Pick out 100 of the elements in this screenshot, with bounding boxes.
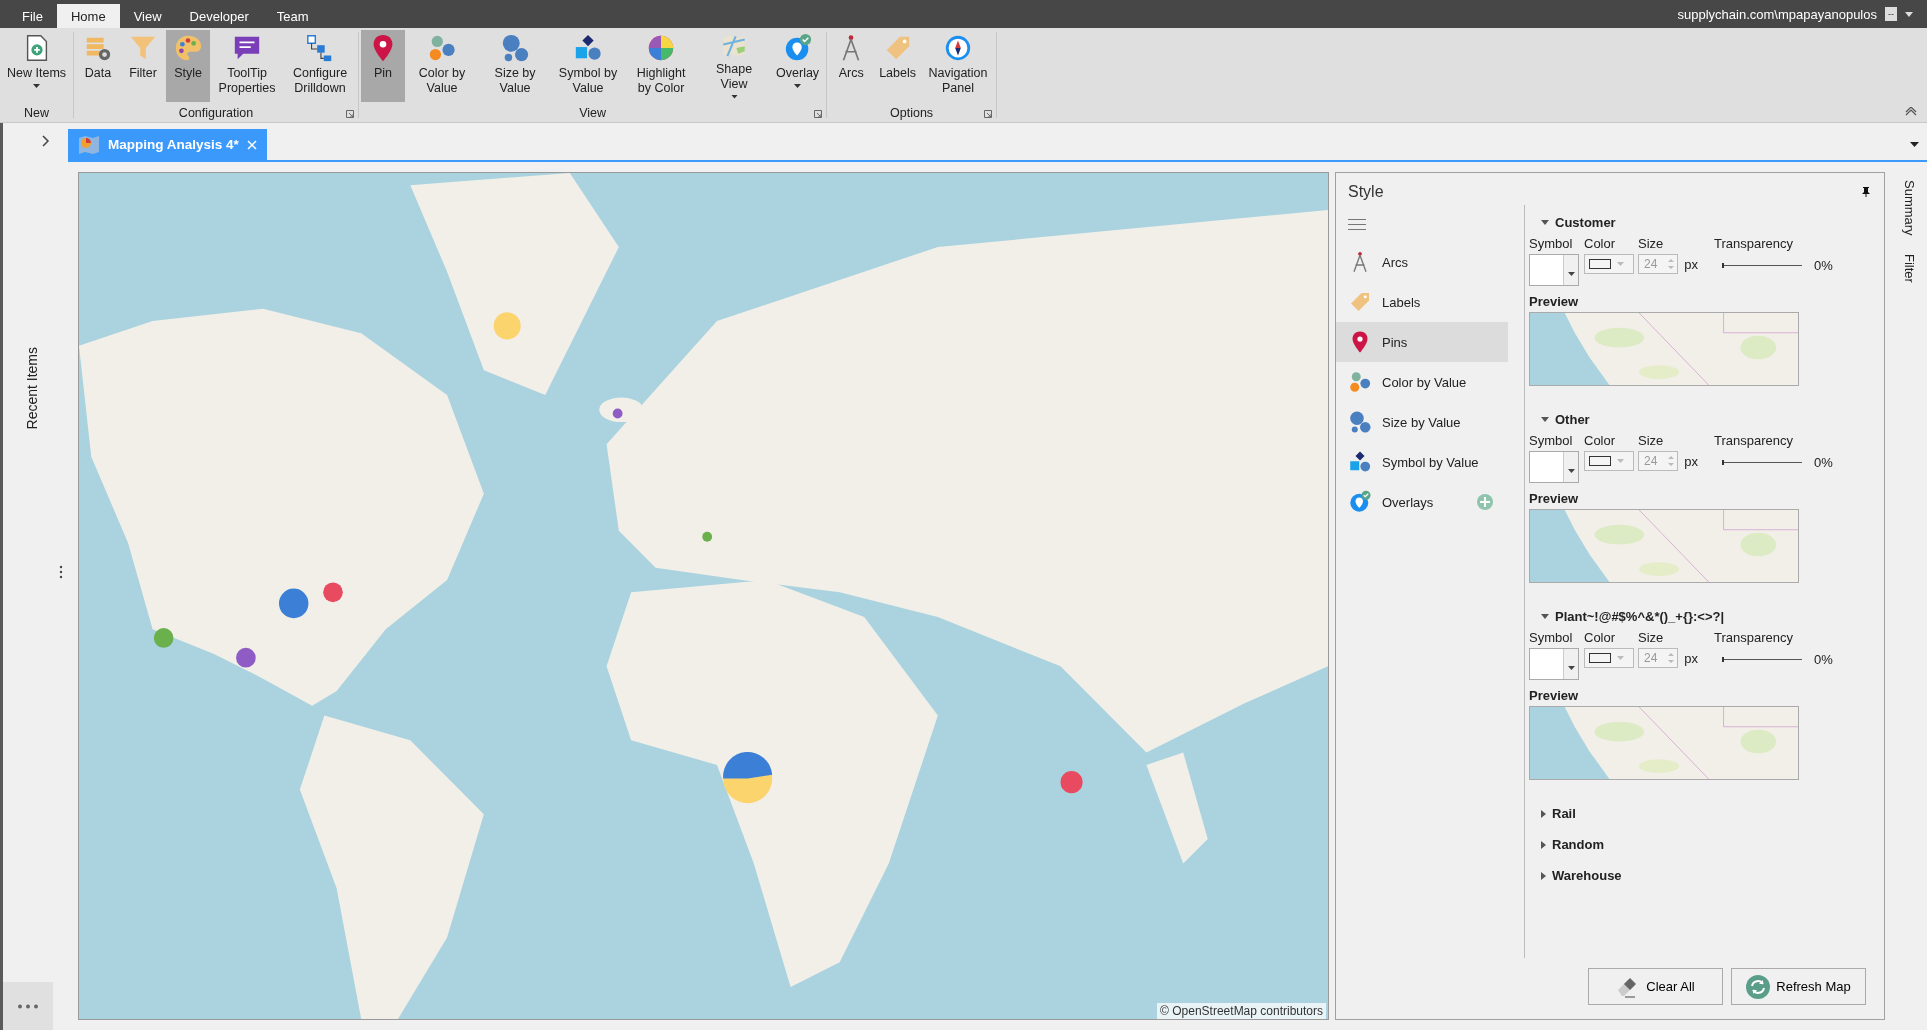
section-header[interactable]: Rail [1552, 806, 1576, 821]
menu-tab[interactable]: Team [262, 4, 323, 28]
transparency-value: 0% [1814, 652, 1833, 667]
clear-all-button[interactable]: Clear All [1588, 968, 1723, 1005]
menu-tab[interactable]: Developer [175, 4, 263, 28]
menu-tab[interactable]: File [8, 4, 57, 28]
ribbon-button[interactable]: Configure Drilldown [284, 30, 357, 102]
caret-icon[interactable] [1910, 142, 1919, 147]
nav-item[interactable]: Arcs [1336, 242, 1508, 282]
side-panel-tab[interactable]: Recent Items [23, 347, 40, 430]
expand-caret-icon[interactable] [1541, 871, 1546, 880]
account-button[interactable]: -- [1885, 7, 1897, 21]
ribbon-button[interactable]: ToolTip Properties [211, 30, 284, 102]
nav-item[interactable]: Symbol by Value [1336, 442, 1508, 482]
refresh-icon [1746, 974, 1771, 999]
ribbon-button[interactable]: Navigation Panel [921, 30, 994, 102]
section-header[interactable]: Plant~!@#$%^&*()_+{}:<>?| [1555, 609, 1725, 624]
overlay-pin-icon [1348, 490, 1372, 514]
field-label: Size [1638, 236, 1665, 251]
section-header[interactable]: Random [1552, 837, 1604, 852]
nav-item[interactable]: Overlays [1336, 482, 1508, 522]
ribbon-button[interactable]: Shape View [698, 30, 771, 102]
ribbon-button[interactable]: Size by Value [479, 30, 552, 102]
ribbon-button[interactable]: Labels [874, 30, 921, 102]
chevron-right-icon[interactable] [41, 135, 50, 147]
ribbon-button[interactable]: New Items [2, 30, 72, 102]
expand-caret-icon[interactable] [1541, 417, 1549, 422]
field-label: Size [1638, 433, 1665, 448]
field-label: Color [1584, 236, 1617, 251]
dots-icon [17, 1003, 39, 1009]
nav-item[interactable]: Color by Value [1336, 362, 1508, 402]
nav-item[interactable]: Labels [1336, 282, 1508, 322]
nav-item[interactable]: Size by Value [1336, 402, 1508, 442]
caret-icon [1617, 262, 1624, 266]
pushpin-icon[interactable] [1862, 187, 1870, 197]
shapes-icon [1348, 450, 1372, 474]
symbol-dropdown[interactable] [1529, 648, 1579, 680]
caret-icon [1617, 656, 1624, 660]
group-label: Configuration [178, 106, 254, 120]
ribbon-button[interactable]: Filter [121, 30, 166, 102]
unit-label: px [1684, 650, 1698, 666]
ribbon-button[interactable]: Arcs [829, 30, 874, 102]
colored-circles-icon [427, 33, 458, 63]
close-icon[interactable] [246, 139, 257, 150]
side-panel-tab[interactable]: Summary [1901, 180, 1917, 236]
colored-circles-icon [1348, 370, 1372, 394]
field-label: Transparency [1714, 236, 1794, 251]
group-label: Options [890, 106, 934, 120]
refresh-map-button[interactable]: Refresh Map [1731, 968, 1866, 1005]
field-label: Symbol [1529, 433, 1574, 448]
expand-caret-icon[interactable] [1541, 840, 1546, 849]
launcher-icon[interactable] [814, 110, 823, 118]
account-name: supplychain.com\mpapayanopulos [1677, 6, 1877, 22]
transparency-value: 0% [1814, 258, 1833, 273]
field-label: Transparency [1714, 630, 1794, 645]
unit-label: px [1684, 453, 1698, 469]
expand-caret-icon[interactable] [1541, 809, 1546, 818]
symbol-dropdown[interactable] [1529, 254, 1579, 286]
caret-icon [1617, 459, 1624, 463]
caret-icon [1567, 272, 1575, 276]
map-icon [78, 134, 100, 155]
field-label: Color [1584, 630, 1617, 645]
menu-tab[interactable]: View [119, 4, 176, 28]
field-label: Transparency [1714, 433, 1794, 448]
ribbon-button[interactable]: Data [76, 30, 121, 102]
launcher-icon[interactable] [346, 110, 355, 118]
color-dropdown[interactable] [1584, 451, 1634, 471]
expand-caret-icon[interactable] [1541, 220, 1549, 225]
color-dropdown[interactable] [1584, 254, 1634, 274]
collapse-icon[interactable] [1905, 107, 1917, 116]
ribbon-button[interactable]: Symbol by Value [552, 30, 625, 102]
unit-label: px [1684, 256, 1698, 272]
nav-item[interactable]: Pins [1336, 322, 1508, 362]
expand-caret-icon[interactable] [1541, 614, 1549, 619]
field-label: Color [1584, 433, 1617, 448]
preview-label: Preview [1529, 491, 1580, 506]
ribbon-button[interactable]: Color by Value [406, 30, 479, 102]
panel-title: Style [1348, 183, 1384, 201]
launcher-icon[interactable] [983, 110, 992, 118]
ribbon-button[interactable]: Overlay [771, 30, 825, 102]
symbol-dropdown[interactable] [1529, 451, 1579, 483]
field-label: Size [1638, 630, 1665, 645]
caret-icon [1567, 469, 1575, 473]
color-dropdown[interactable] [1584, 648, 1634, 668]
section-header[interactable]: Warehouse [1552, 868, 1622, 883]
shapes-icon [573, 33, 604, 63]
ribbon-button[interactable]: Highlight by Color [625, 30, 698, 102]
field-label: Symbol [1529, 630, 1574, 645]
tag-icon [1348, 290, 1372, 314]
menu-tab[interactable]: Home [56, 4, 120, 28]
side-panel-tab[interactable]: Filter [1901, 253, 1917, 283]
caret-icon[interactable] [1905, 11, 1913, 17]
grip-icon[interactable] [59, 565, 63, 579]
caret-icon [1567, 666, 1575, 670]
menu-icon[interactable] [1348, 219, 1366, 230]
group-label: New [24, 106, 50, 120]
ribbon-button[interactable]: Style [166, 30, 211, 102]
ribbon-button[interactable]: Pin [361, 30, 406, 102]
section-header[interactable]: Customer [1555, 215, 1616, 230]
section-header[interactable]: Other [1555, 412, 1590, 427]
